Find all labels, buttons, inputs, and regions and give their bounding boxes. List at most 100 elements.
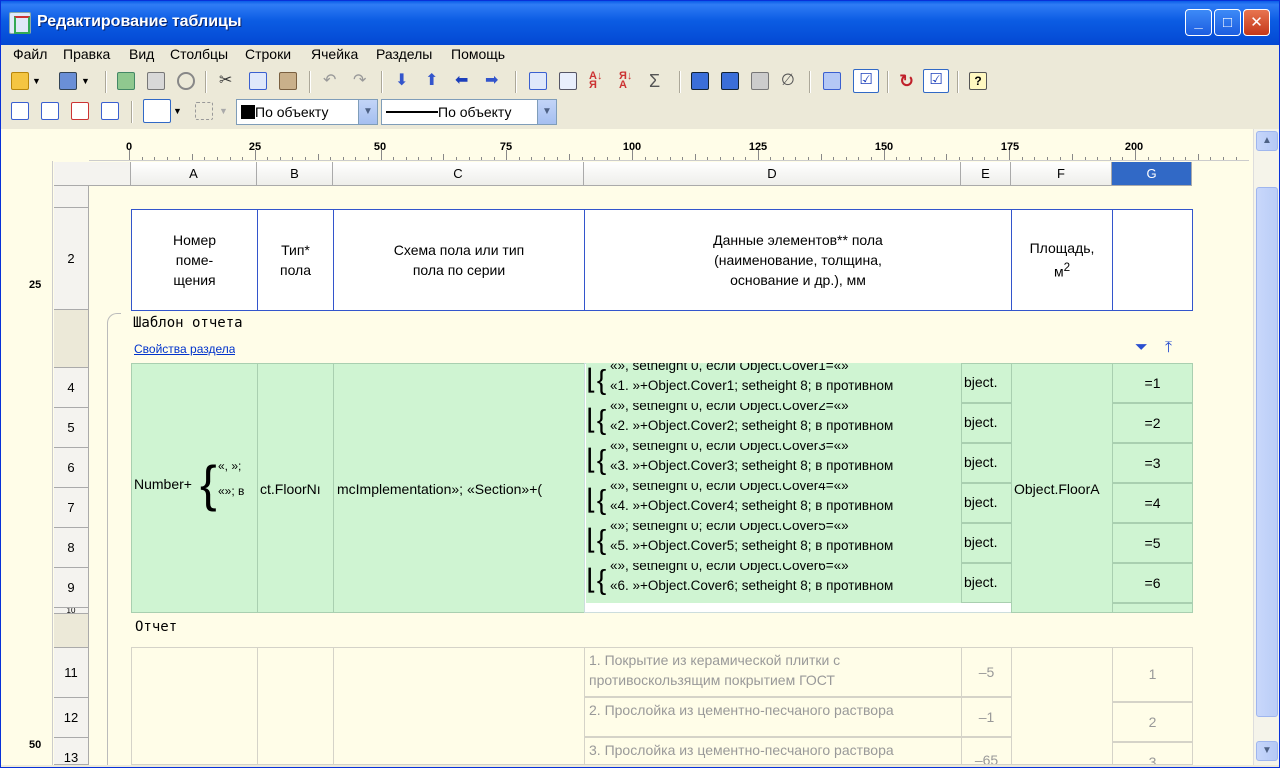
template-cell-e[interactable]: bject. <box>961 443 1012 483</box>
column-header[interactable]: B <box>257 162 333 186</box>
template-cell-e[interactable]: bject. <box>961 523 1012 563</box>
template-cell-g[interactable]: =6 <box>1112 563 1193 603</box>
report-cell-d[interactable]: 3. Прослойка из цементно-песчаного раств… <box>584 737 962 765</box>
close-button[interactable]: ✕ <box>1243 9 1270 36</box>
report-cell-a[interactable] <box>131 647 258 765</box>
formula-row[interactable]: ⌊{«», setheight 0, если Object.Cover1=«»… <box>586 363 961 403</box>
copy-doc-icon[interactable] <box>147 72 165 90</box>
corner-cell[interactable] <box>54 162 131 186</box>
border-dropdown-arrow-icon[interactable]: ▼ <box>173 102 185 120</box>
section-settings-icon[interactable]: ⤒ <box>1165 339 1183 357</box>
menu-help[interactable]: Помощь <box>451 45 505 63</box>
refresh-icon[interactable]: ↻ <box>899 72 917 90</box>
keyboard-icon[interactable] <box>691 72 709 90</box>
line-style-combo[interactable]: По объекту ▼ <box>381 99 557 125</box>
sheet-area[interactable]: 0 25 50 75 100 125 150 175 200 25 50 A B… <box>1 129 1253 765</box>
empty-set-icon[interactable]: ∅ <box>781 72 799 90</box>
row-header[interactable]: 2 <box>54 208 89 310</box>
undo-icon[interactable]: ↶ <box>323 72 341 90</box>
report-cell-d[interactable]: 2. Прослойка из цементно-песчаного раств… <box>584 697 962 737</box>
template-cell-a[interactable]: Number+ { «, »; «»; в <box>131 363 258 613</box>
insert-row-icon[interactable] <box>11 102 29 120</box>
template-cell-g[interactable]: =1 <box>1112 363 1193 403</box>
header-cell-floor-type[interactable]: Тип* пола <box>257 209 334 311</box>
template-cell-g[interactable]: =4 <box>1112 483 1193 523</box>
row-header[interactable]: 7 <box>54 488 89 528</box>
template-cell-e[interactable]: bject. <box>961 403 1012 443</box>
paste-icon[interactable] <box>279 72 297 90</box>
arrow-right-icon[interactable]: ➡ <box>485 72 503 90</box>
sort-az-icon[interactable]: A↓ Я <box>589 71 607 91</box>
report-cell-e[interactable]: –1 <box>961 697 1012 737</box>
template-cell-g-partial[interactable] <box>1112 603 1193 613</box>
open-folder-icon[interactable] <box>11 72 29 90</box>
form-icon[interactable] <box>559 72 577 90</box>
report-cell-g[interactable]: 3 <box>1112 742 1193 765</box>
save-dropdown-arrow-icon[interactable]: ▼ <box>81 72 91 90</box>
filter-icon[interactable]: ⏷ <box>1135 339 1153 357</box>
row-header[interactable]: 4 <box>54 368 89 408</box>
template-cell-g[interactable]: =2 <box>1112 403 1193 443</box>
formula-row[interactable]: ⌊{«»; setheight 0; если Object.Cover5=«»… <box>586 523 961 563</box>
report-cell-e[interactable]: –5 <box>961 647 1012 697</box>
report-cell-d[interactable]: 1. Покрытие из керамической плитки с про… <box>584 647 962 697</box>
open-dropdown-arrow-icon[interactable]: ▼ <box>32 72 42 90</box>
scroll-up-icon[interactable]: ▲ <box>1256 131 1278 151</box>
column-header-selected[interactable]: G <box>1112 162 1192 186</box>
arrow-down-icon[interactable]: ⬇ <box>395 72 413 90</box>
column-header[interactable]: A <box>131 162 257 186</box>
scroll-down-icon[interactable]: ▼ <box>1256 741 1278 761</box>
cut-icon[interactable]: ✂ <box>219 72 237 90</box>
column-header[interactable]: C <box>333 162 584 186</box>
header-cell-room-number[interactable]: Номер поме-щения <box>131 209 258 311</box>
link-icon[interactable] <box>177 72 195 90</box>
column-header[interactable]: F <box>1011 162 1112 186</box>
template-cell-b[interactable]: ct.FloorNı <box>257 363 334 613</box>
row-header[interactable]: 9 <box>54 568 89 608</box>
template-cell-e[interactable]: bject. <box>961 563 1012 603</box>
report-cell-g[interactable]: 1 <box>1112 647 1193 702</box>
header-cell-floor-elements[interactable]: Данные элементов** пола (наименование, т… <box>584 209 1012 311</box>
copy-icon[interactable] <box>249 72 267 90</box>
border-style-icon[interactable] <box>143 99 171 123</box>
report-cell-e[interactable]: –65 <box>961 737 1012 765</box>
template-cell-f[interactable]: Object.FloorA <box>1011 363 1113 613</box>
calculator-icon[interactable] <box>823 72 841 90</box>
sort-za-icon[interactable]: Я↓ A <box>619 71 637 91</box>
vertical-scrollbar[interactable]: ▲ ▼ <box>1253 129 1279 765</box>
fill-color-combo[interactable]: По объекту ▼ <box>236 99 378 125</box>
formula-row[interactable]: ⌊{«», setheight 0, если Object.Cover4=«»… <box>586 483 961 523</box>
template-cell-c[interactable]: mcImplementation»; «Section»+( <box>333 363 585 613</box>
checkbox-toggle-icon[interactable]: ☑ <box>853 69 879 93</box>
grid-dropdown-arrow-icon[interactable]: ▼ <box>219 102 229 120</box>
template-cell-e[interactable]: bject. <box>961 363 1012 403</box>
menu-view[interactable]: Вид <box>129 45 154 63</box>
row-header[interactable]: 6 <box>54 448 89 488</box>
edit-cells-icon[interactable] <box>101 102 119 120</box>
table-green-icon[interactable] <box>117 72 135 90</box>
checkbox-toggle-2-icon[interactable]: ☑ <box>923 69 949 93</box>
formula-row[interactable]: ⌊{«», setheight 0, если Object.Cover2=«»… <box>586 403 961 443</box>
fill-combo-arrow-icon[interactable]: ▼ <box>358 100 377 124</box>
column-header[interactable]: D <box>584 162 961 186</box>
delete-cells-icon[interactable] <box>71 102 89 120</box>
row-header[interactable]: 12 <box>54 698 89 738</box>
sum-icon[interactable]: Σ <box>649 72 667 90</box>
column-header[interactable]: E <box>961 162 1011 186</box>
menu-columns[interactable]: Столбцы <box>170 45 228 63</box>
line-combo-arrow-icon[interactable]: ▼ <box>537 100 556 124</box>
menu-cell[interactable]: Ячейка <box>311 45 358 63</box>
insert-column-icon[interactable] <box>41 102 59 120</box>
chart-icon[interactable] <box>529 72 547 90</box>
redo-icon[interactable]: ↷ <box>353 72 371 90</box>
row-header[interactable]: 8 <box>54 528 89 568</box>
book-icon[interactable] <box>721 72 739 90</box>
minimize-button[interactable]: _ <box>1185 9 1212 36</box>
header-cell-area[interactable]: Площадь, м2 <box>1011 209 1113 311</box>
menu-rows[interactable]: Строки <box>245 45 291 63</box>
section-properties-link[interactable]: Свойства раздела <box>134 342 235 356</box>
row-header[interactable]: 11 <box>54 648 89 698</box>
scroll-thumb[interactable] <box>1256 187 1278 717</box>
formula-row[interactable]: ⌊{«», setheight 0, если Object.Cover3=«»… <box>586 443 961 483</box>
format-icon[interactable] <box>751 72 769 90</box>
